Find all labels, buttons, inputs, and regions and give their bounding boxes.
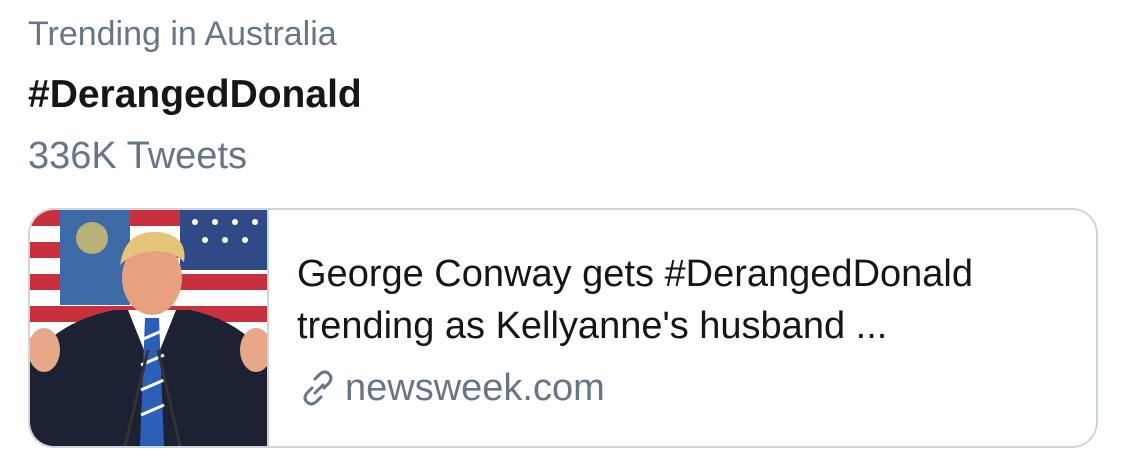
trend-tweet-count: 336K Tweets — [28, 135, 248, 177]
link-icon — [297, 367, 339, 409]
link-preview-text: George Conway gets #DerangedDonald trend… — [297, 248, 1087, 412]
article-domain: newsweek.com — [345, 367, 605, 409]
trend-hashtag[interactable]: #DerangedDonald — [28, 72, 362, 118]
article-thumbnail — [30, 210, 269, 446]
article-source: newsweek.com — [297, 364, 1087, 412]
link-preview-card[interactable]: George Conway gets #DerangedDonald trend… — [28, 208, 1098, 448]
article-headline[interactable]: George Conway gets #DerangedDonald trend… — [297, 248, 1087, 352]
trend-item[interactable]: Trending in Australia #DerangedDonald 33… — [28, 0, 1098, 462]
trend-context-label: Trending in Australia — [28, 15, 337, 53]
